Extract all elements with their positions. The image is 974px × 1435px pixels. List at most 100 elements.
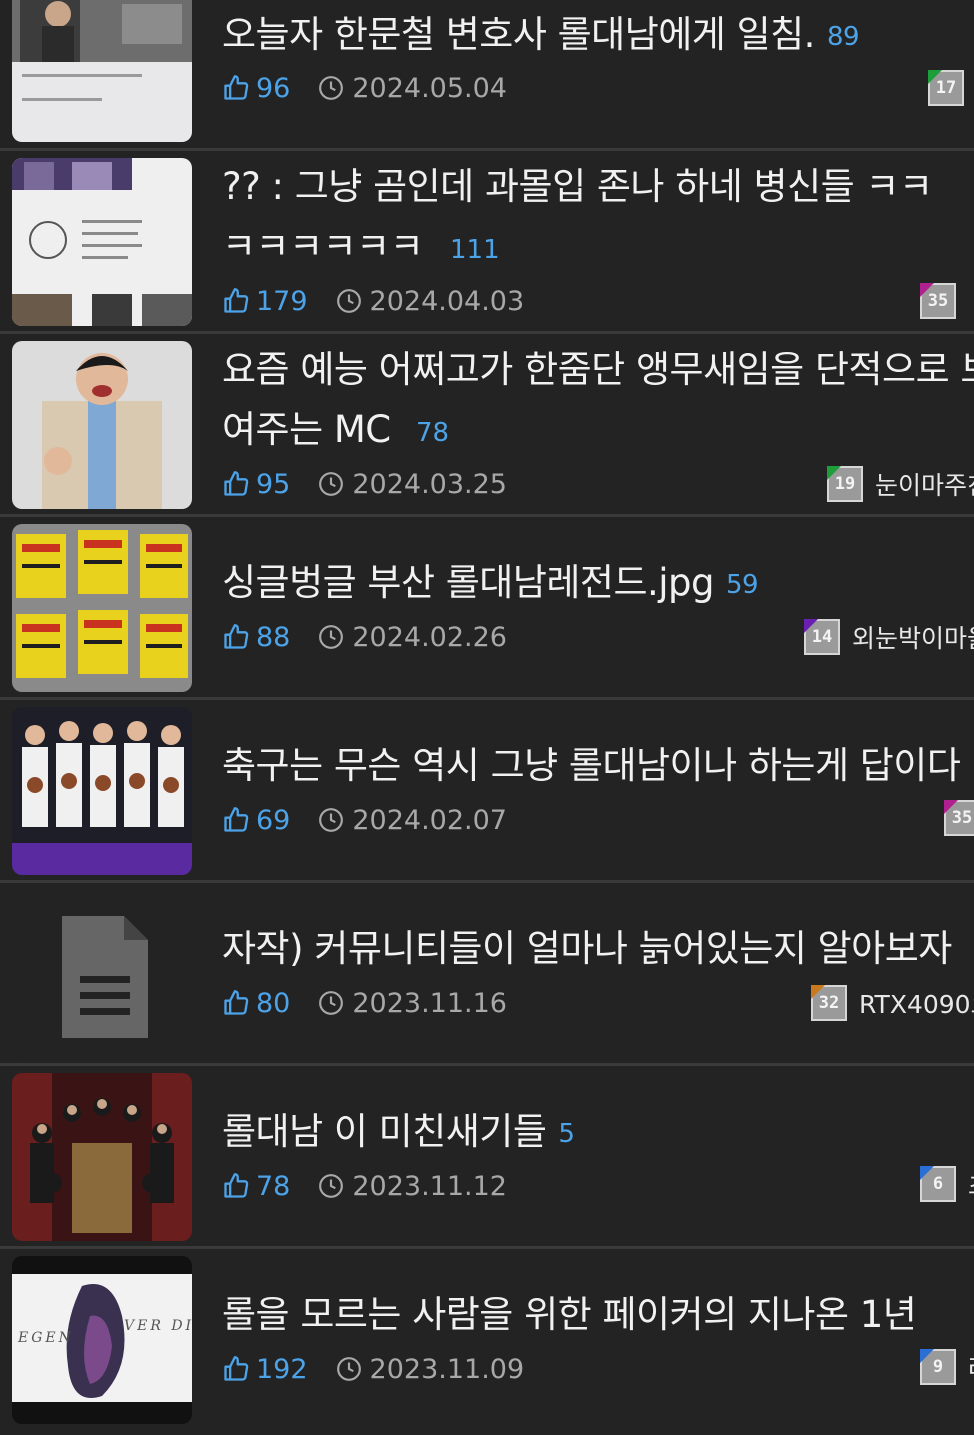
author-name: 눈이마주친: [875, 471, 974, 500]
clock-icon: [319, 76, 344, 100]
list-item[interactable]: 요즘 예능 어쩌고가 한줌단 앵무새임을 단적으로 보여주는 MC 78 95 …: [0, 334, 974, 517]
post-thumbnail[interactable]: [12, 707, 192, 875]
svg-text:EGEN: EGEN: [17, 1330, 74, 1346]
post-date: 2024.02.07: [318, 805, 507, 836]
thumbs-up-icon: [224, 990, 249, 1015]
list-item[interactable]: EGEN VER DI 롤을 모르는 사람을 위한 페이커의 지나온 1년 19…: [0, 1249, 974, 1435]
post-title-text: 축구는 무슨 역시 그냥 롤대남이나 하는게 답이다: [222, 744, 961, 787]
post-title-text: 롤을 모르는 사람을 위한 페이커의 지나온 1년: [222, 1293, 917, 1336]
clock-icon: [319, 1174, 344, 1198]
post-meta: 78 2023.11.12: [222, 1168, 507, 1204]
comment-count: 89: [826, 22, 860, 52]
post-meta: 192 2023.11.09: [222, 1351, 524, 1387]
author-name: RTX4090오: [859, 990, 974, 1019]
clock-icon: [319, 991, 344, 1015]
post-thumbnail[interactable]: EGEN VER DI: [12, 1256, 192, 1424]
author[interactable]: 32 RTX4090오: [811, 983, 974, 1023]
like-count: 88: [222, 622, 290, 653]
post-date: 2023.11.16: [318, 988, 507, 1019]
like-count: 95: [222, 469, 290, 500]
level-badge: 19: [827, 466, 863, 502]
list-item[interactable]: 싱글벙글 부산 롤대남레전드.jpg 59 88 2024.02.26 14 외눈…: [0, 517, 974, 700]
post-meta: 95 2024.03.25: [222, 466, 507, 502]
level-badge: 35: [944, 800, 974, 836]
post-thumbnail[interactable]: [12, 341, 192, 509]
like-count: 192: [222, 1354, 308, 1385]
comment-count: 78: [416, 418, 450, 448]
author[interactable]: 9 러: [920, 1347, 974, 1387]
author-name: 외눈박이마을: [852, 624, 974, 653]
document-icon: [62, 916, 148, 1038]
post-title[interactable]: 싱글벙글 부산 롤대남레전드.jpg 59: [222, 553, 974, 615]
thumbs-up-icon: [224, 1173, 249, 1198]
like-count: 179: [222, 286, 308, 317]
thumbs-up-icon: [224, 288, 249, 313]
post-meta: 69 2024.02.07: [222, 802, 507, 838]
post-meta: 88 2024.02.26: [222, 619, 507, 655]
like-count: 78: [222, 1171, 290, 1202]
post-title[interactable]: 롤을 모르는 사람을 위한 페이커의 지나온 1년: [222, 1285, 974, 1347]
author-name: 러: [968, 1349, 974, 1385]
like-count: 80: [222, 988, 290, 1019]
thumbs-up-icon: [224, 1356, 249, 1381]
post-date: 2024.02.26: [318, 622, 507, 653]
like-count: 96: [222, 73, 290, 104]
post-title-text: 요즘 예능 어쩌고가 한줌단 앵무새임을 단적으로 보여주는 MC: [222, 348, 974, 451]
author[interactable]: 19 눈이마주친: [827, 464, 974, 504]
list-item[interactable]: 축구는 무슨 역시 그냥 롤대남이나 하는게 답이다 69 2024.02.07…: [0, 700, 974, 883]
clock-icon: [336, 1357, 361, 1381]
list-item[interactable]: 자작) 커뮤니티들이 얼마나 늙어있는지 알아보자 80 2023.11.16 …: [0, 883, 974, 1066]
post-date: 2024.03.25: [318, 469, 507, 500]
author[interactable]: 35: [944, 798, 974, 838]
post-thumbnail[interactable]: [12, 1073, 192, 1241]
author[interactable]: 14 외눈박이마을: [804, 617, 974, 657]
level-badge: 32: [811, 985, 847, 1021]
clock-icon: [336, 289, 361, 313]
post-thumbnail[interactable]: [12, 524, 192, 692]
post-date: 2023.11.09: [336, 1354, 524, 1385]
thumbs-up-icon: [224, 471, 249, 496]
post-title-text: 싱글벙글 부산 롤대남레전드.jpg: [222, 561, 715, 604]
post-title-text: 자작) 커뮤니티들이 얼마나 늙어있는지 알아보자: [222, 927, 952, 970]
post-list: 오늘자 한문철 변호사 롤대남에게 일침. 89 96 2024.05.04 17: [0, 0, 974, 1435]
clock-icon: [319, 625, 344, 649]
post-title[interactable]: 오늘자 한문철 변호사 롤대남에게 일침. 89: [222, 5, 974, 67]
svg-text:VER DI: VER DI: [124, 1318, 192, 1334]
list-item[interactable]: 롤대남 이 미친새기들 5 78 2023.11.12 6 초: [0, 1066, 974, 1249]
comment-count: 111: [450, 235, 500, 265]
post-title[interactable]: 자작) 커뮤니티들이 얼마나 늙어있는지 알아보자: [222, 919, 974, 981]
comment-count: 59: [726, 570, 759, 600]
post-title-text: 롤대남 이 미친새기들: [222, 1110, 547, 1153]
level-badge: 14: [804, 619, 840, 655]
list-item[interactable]: ?? : 그냥 곰인데 과몰입 존나 하네 병신들 ㅋㅋㅋㅋㅋㅋㅋㅋ 111 1…: [0, 151, 974, 334]
level-badge: 17: [928, 70, 964, 106]
post-meta: 179 2024.04.03: [222, 283, 524, 319]
post-thumbnail[interactable]: [12, 158, 192, 326]
list-item[interactable]: 오늘자 한문철 변호사 롤대남에게 일침. 89 96 2024.05.04 17: [0, 0, 974, 151]
post-thumbnail[interactable]: [12, 890, 192, 1058]
level-badge: 6: [920, 1166, 956, 1202]
post-meta: 96 2024.05.04: [222, 70, 507, 106]
author[interactable]: 35: [920, 281, 968, 321]
post-title[interactable]: 롤대남 이 미친새기들 5: [222, 1102, 974, 1164]
author[interactable]: 6 초: [920, 1164, 974, 1204]
author-name: 초: [968, 1166, 974, 1202]
clock-icon: [319, 808, 344, 832]
post-title-text: 오늘자 한문철 변호사 롤대남에게 일침.: [222, 13, 815, 56]
clock-icon: [319, 472, 344, 496]
thumbs-up-icon: [224, 807, 249, 832]
post-title-text: ?? : 그냥 곰인데 과몰입 존나 하네 병신들 ㅋㅋㅋㅋㅋㅋㅋㅋ: [222, 165, 933, 268]
thumbs-up-icon: [224, 75, 249, 100]
post-date: 2024.04.03: [336, 286, 524, 317]
post-date: 2024.05.04: [318, 73, 507, 104]
post-title[interactable]: 요즘 예능 어쩌고가 한줌단 앵무새임을 단적으로 보여주는 MC: [222, 340, 974, 460]
post-title[interactable]: ?? : 그냥 곰인데 과몰입 존나 하네 병신들 ㅋㅋㅋㅋㅋㅋㅋㅋ: [222, 157, 974, 277]
level-badge: 9: [920, 1349, 956, 1385]
post-date: 2023.11.12: [318, 1171, 507, 1202]
thumbs-up-icon: [224, 624, 249, 649]
post-meta: 80 2023.11.16: [222, 985, 507, 1021]
level-badge: 35: [920, 283, 956, 319]
post-title[interactable]: 축구는 무슨 역시 그냥 롤대남이나 하는게 답이다: [222, 736, 974, 798]
author[interactable]: 17: [928, 68, 974, 108]
post-thumbnail[interactable]: [12, 0, 192, 142]
